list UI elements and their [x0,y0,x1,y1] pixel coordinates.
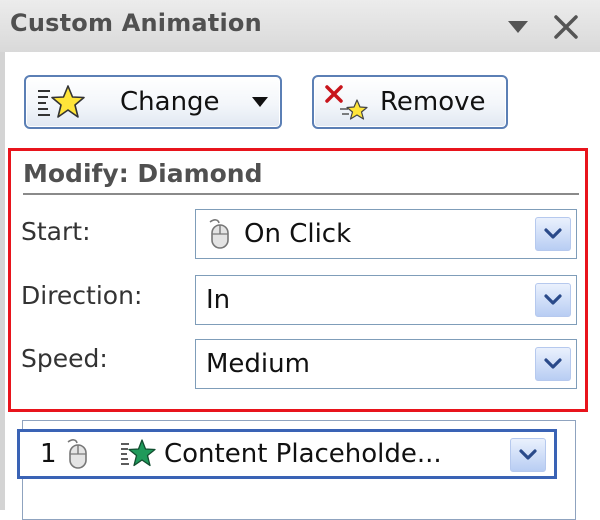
remove-effect-icon [318,83,374,121]
pane-options-chevron-icon[interactable] [503,14,533,40]
task-pane-titlebar: Custom Animation [0,0,600,53]
change-effect-button[interactable]: Change [24,75,282,129]
start-value: On Click [244,219,352,249]
speed-label: Speed: [21,344,108,373]
close-icon[interactable] [548,10,584,44]
speed-dropdown[interactable]: Medium [195,339,577,389]
mouse-icon [206,218,232,250]
remove-button-label: Remove [380,87,486,117]
list-item[interactable]: 1 Content Placeholde... [17,429,557,479]
chevron-down-icon[interactable] [535,217,571,251]
list-item-text: Content Placeholde... [164,439,442,469]
chevron-down-icon[interactable] [510,438,546,472]
direction-label: Direction: [21,281,143,310]
modify-heading: Modify: Diamond [23,159,263,188]
entrance-star-icon [120,438,156,470]
change-button-label: Change [120,87,220,117]
start-label: Start: [21,217,91,246]
modify-effect-group: Modify: Diamond Start: On Click Directio… [8,148,588,412]
remove-effect-button[interactable]: Remove [312,75,508,129]
chevron-down-icon[interactable] [535,283,571,317]
start-dropdown[interactable]: On Click [195,209,577,259]
list-item-number: 1 [40,439,57,469]
heading-divider [23,193,579,195]
mouse-icon [64,438,90,470]
star-effect-icon [32,83,92,121]
direction-value: In [206,285,231,315]
speed-value: Medium [206,349,310,379]
pane-title: Custom Animation [10,9,262,37]
direction-dropdown[interactable]: In [195,275,577,325]
chevron-down-icon [252,97,268,107]
chevron-down-icon[interactable] [535,347,571,381]
